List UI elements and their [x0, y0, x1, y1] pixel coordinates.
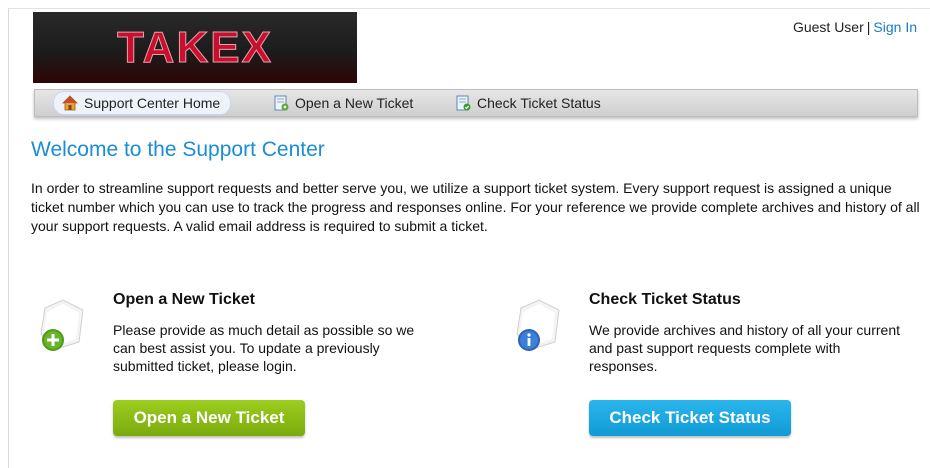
- open-ticket-section: Open a New Ticket Please provide as much…: [113, 291, 433, 375]
- open-new-ticket-button[interactable]: Open a New Ticket: [113, 400, 305, 436]
- nav-support-center-home[interactable]: Support Center Home: [53, 91, 232, 115]
- ticket-status-icon: [455, 95, 471, 111]
- navbar: Support Center Home Open a New Ticket Ch…: [34, 89, 918, 117]
- nav-open-new-ticket[interactable]: Open a New Ticket: [273, 92, 413, 114]
- intro-text: In order to streamline support requests …: [31, 180, 920, 234]
- new-ticket-icon: [273, 95, 289, 111]
- user-area: Guest User | Sign In: [793, 19, 917, 35]
- logo-text: TAKEX: [117, 22, 273, 72]
- page: TAKEX Guest User | Sign In Support Center …: [8, 8, 930, 468]
- open-ticket-heading: Open a New Ticket: [113, 291, 255, 308]
- guest-user-label: Guest User: [792, 19, 864, 35]
- home-icon: [62, 95, 78, 111]
- page-title: Welcome to the Support Center: [31, 138, 325, 161]
- info-ticket-icon: [509, 294, 573, 358]
- check-status-section: Check Ticket Status We provide archives …: [589, 291, 909, 375]
- logo[interactable]: TAKEX: [33, 12, 357, 83]
- nav-label: Open a New Ticket: [295, 95, 414, 111]
- check-status-heading: Check Ticket Status: [589, 291, 741, 308]
- check-status-text: We provide archives and history of all y…: [589, 322, 900, 374]
- add-ticket-icon: [33, 294, 97, 358]
- nav-check-ticket-status[interactable]: Check Ticket Status: [455, 92, 601, 114]
- open-ticket-text: Please provide as much detail as possibl…: [113, 322, 415, 374]
- nav-label: Check Ticket Status: [477, 95, 601, 111]
- nav-label: Support Center Home: [84, 95, 221, 111]
- sign-in-link[interactable]: Sign In: [873, 19, 917, 35]
- separator: |: [866, 19, 871, 35]
- check-ticket-status-button[interactable]: Check Ticket Status: [589, 400, 791, 436]
